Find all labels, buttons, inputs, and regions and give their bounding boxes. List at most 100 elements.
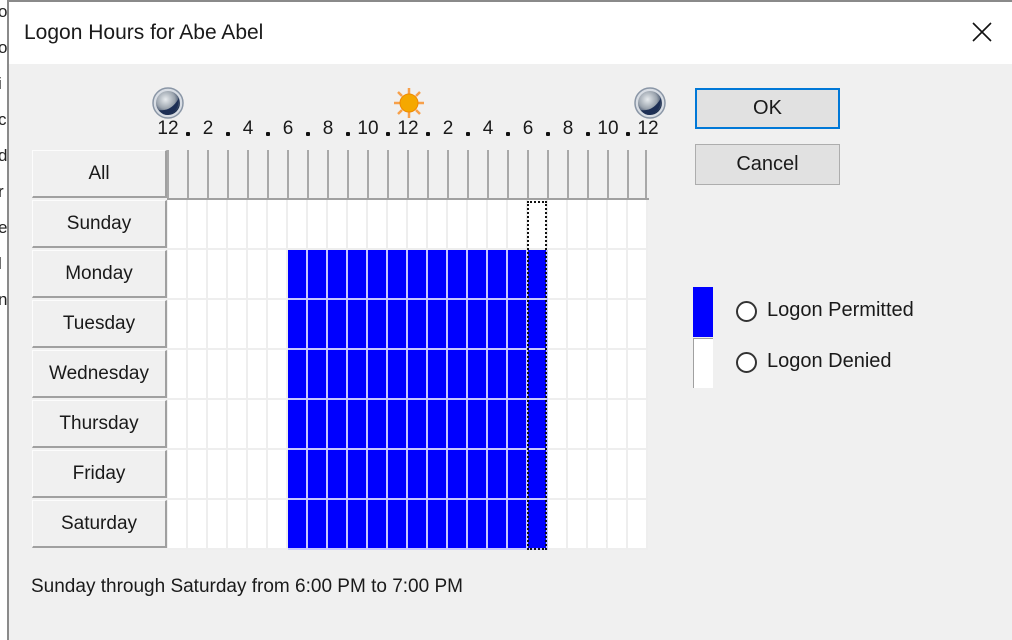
logon-denied-radio[interactable] (736, 352, 757, 373)
hour-cell[interactable] (208, 450, 228, 500)
hour-column-button[interactable] (507, 150, 527, 198)
hour-cell[interactable] (368, 300, 388, 350)
hour-cell[interactable] (308, 450, 328, 500)
hour-cell[interactable] (608, 300, 628, 350)
hour-cell[interactable] (588, 300, 608, 350)
hour-cell[interactable] (268, 200, 288, 250)
hour-cell[interactable] (588, 400, 608, 450)
hour-cell[interactable] (408, 400, 428, 450)
hour-cell[interactable] (628, 400, 648, 450)
hour-cell[interactable] (208, 400, 228, 450)
hour-cell[interactable] (568, 250, 588, 300)
hour-column-button[interactable] (447, 150, 467, 198)
hour-cell[interactable] (388, 350, 408, 400)
hour-cell[interactable] (408, 250, 428, 300)
hour-cell[interactable] (528, 400, 548, 450)
hour-cell[interactable] (168, 300, 188, 350)
hour-cell[interactable] (368, 250, 388, 300)
hour-cell[interactable] (208, 250, 228, 300)
hour-cell[interactable] (508, 200, 528, 250)
hour-cell[interactable] (228, 300, 248, 350)
hour-cell[interactable] (388, 250, 408, 300)
hour-cell[interactable] (248, 500, 268, 550)
hour-cell[interactable] (448, 300, 468, 350)
hour-cell[interactable] (228, 400, 248, 450)
hour-cell[interactable] (408, 300, 428, 350)
hour-cell[interactable] (468, 250, 488, 300)
hour-cell[interactable] (628, 350, 648, 400)
hour-cell[interactable] (348, 500, 368, 550)
close-button[interactable] (962, 14, 1002, 50)
hour-cell[interactable] (568, 500, 588, 550)
logon-denied-label[interactable]: Logon Denied (767, 350, 892, 373)
hour-cell[interactable] (388, 450, 408, 500)
hour-cell[interactable] (388, 300, 408, 350)
hour-cell[interactable] (388, 400, 408, 450)
hour-cell[interactable] (508, 350, 528, 400)
hour-cell[interactable] (328, 500, 348, 550)
hour-cell[interactable] (308, 200, 328, 250)
day-button-wednesday[interactable]: Wednesday (32, 350, 167, 398)
hour-cell[interactable] (208, 200, 228, 250)
hour-cell[interactable] (588, 200, 608, 250)
hour-cell[interactable] (168, 250, 188, 300)
hour-cell[interactable] (168, 450, 188, 500)
hour-cell[interactable] (468, 400, 488, 450)
hour-cell[interactable] (408, 200, 428, 250)
hour-cell[interactable] (548, 200, 568, 250)
hour-cell[interactable] (628, 450, 648, 500)
hour-column-button[interactable] (307, 150, 327, 198)
hour-column-button[interactable] (487, 150, 507, 198)
hour-cell[interactable] (288, 350, 308, 400)
hour-cell[interactable] (428, 400, 448, 450)
hour-column-button[interactable] (347, 150, 367, 198)
hour-cell[interactable] (328, 350, 348, 400)
hour-cell[interactable] (228, 250, 248, 300)
hour-cell[interactable] (448, 500, 468, 550)
hour-cell[interactable] (268, 350, 288, 400)
hour-cell[interactable] (348, 400, 368, 450)
hour-cell[interactable] (188, 200, 208, 250)
hour-cell[interactable] (548, 300, 568, 350)
hour-cell[interactable] (228, 450, 248, 500)
hour-cell[interactable] (368, 400, 388, 450)
hour-cell[interactable] (588, 250, 608, 300)
hour-cell[interactable] (368, 450, 388, 500)
hour-column-button[interactable] (327, 150, 347, 198)
hour-cell[interactable] (388, 200, 408, 250)
hour-cell[interactable] (468, 500, 488, 550)
logon-permitted-label[interactable]: Logon Permitted (767, 299, 914, 322)
hour-column-button[interactable] (407, 150, 427, 198)
hour-column-button[interactable] (587, 150, 607, 198)
hour-cell[interactable] (288, 500, 308, 550)
hour-cell[interactable] (208, 350, 228, 400)
hour-cell[interactable] (188, 300, 208, 350)
hour-cell[interactable] (168, 500, 188, 550)
hour-cell[interactable] (568, 300, 588, 350)
hour-cell[interactable] (368, 350, 388, 400)
hour-cell[interactable] (568, 450, 588, 500)
hour-cell[interactable] (168, 350, 188, 400)
cancel-button[interactable]: Cancel (695, 144, 840, 185)
hour-cell[interactable] (528, 350, 548, 400)
hour-column-button[interactable] (287, 150, 307, 198)
hour-cell[interactable] (608, 450, 628, 500)
select-all-button[interactable]: All (32, 150, 167, 198)
hour-cell[interactable] (608, 350, 628, 400)
hour-cell[interactable] (468, 200, 488, 250)
hour-column-button[interactable] (427, 150, 447, 198)
hour-cell[interactable] (288, 400, 308, 450)
hour-cell[interactable] (428, 450, 448, 500)
hour-cell[interactable] (188, 350, 208, 400)
hour-cell[interactable] (248, 350, 268, 400)
hour-cell[interactable] (168, 200, 188, 250)
hour-cell[interactable] (368, 200, 388, 250)
hour-cell[interactable] (488, 400, 508, 450)
hour-cell[interactable] (388, 500, 408, 550)
hour-cell[interactable] (508, 500, 528, 550)
hour-cell[interactable] (528, 450, 548, 500)
hour-cell[interactable] (468, 300, 488, 350)
hour-cell[interactable] (488, 300, 508, 350)
hour-cell[interactable] (488, 500, 508, 550)
hour-cell[interactable] (168, 400, 188, 450)
